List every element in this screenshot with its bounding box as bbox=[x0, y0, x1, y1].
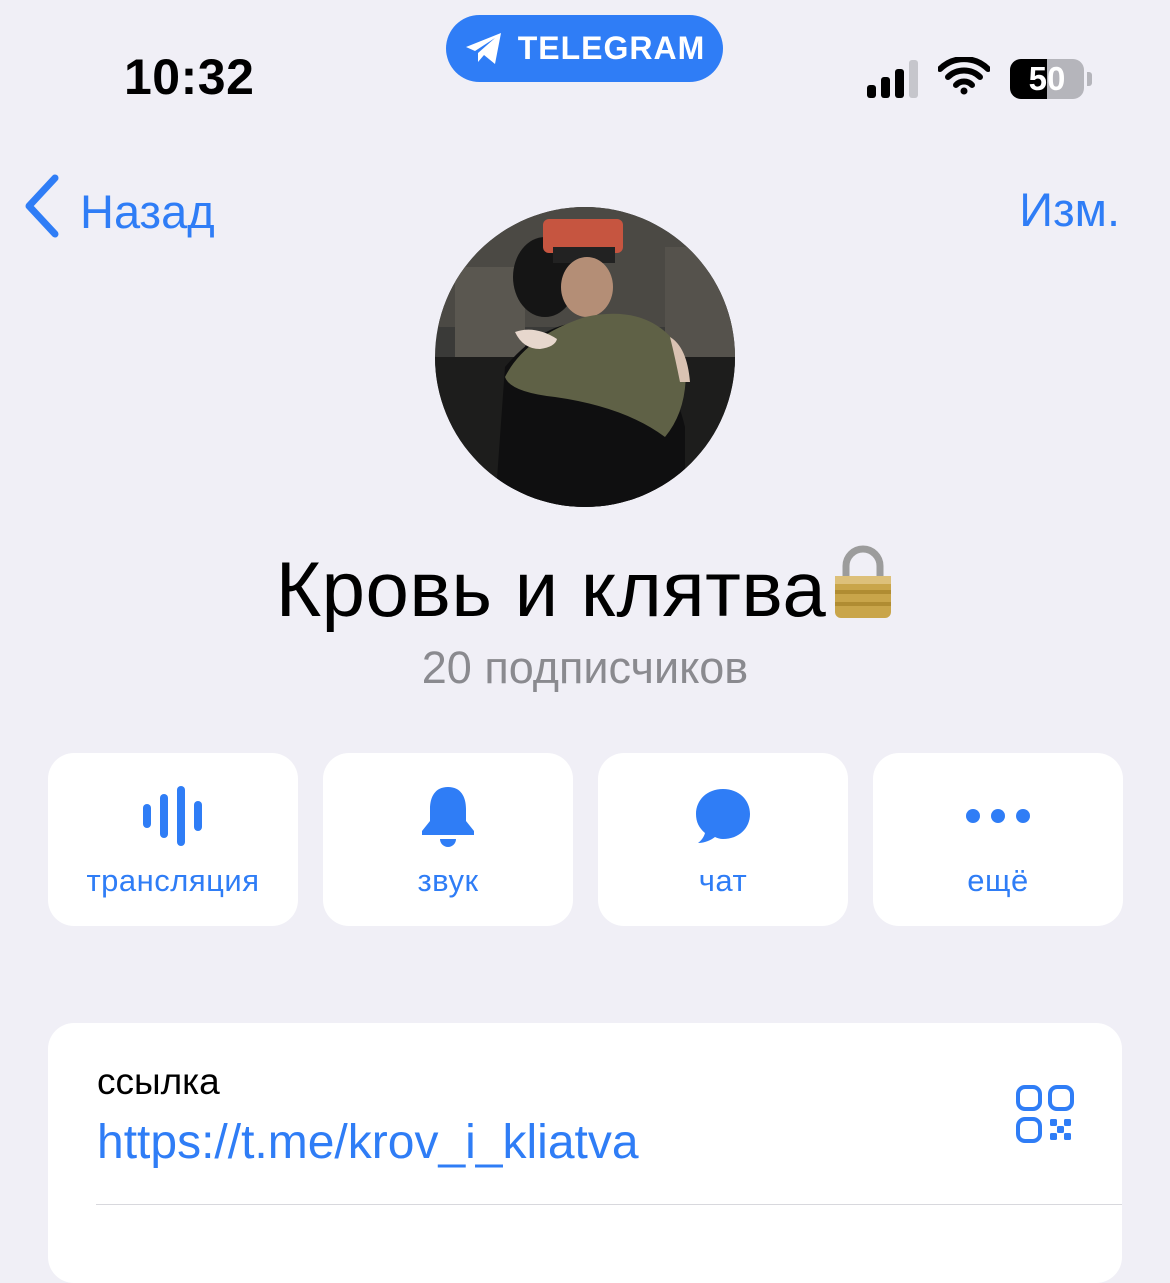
edit-button[interactable]: Изм. bbox=[1019, 182, 1120, 237]
more-label: ещё bbox=[967, 863, 1029, 898]
lock-icon bbox=[832, 544, 894, 641]
info-card: ссылка https://t.me/krov_i_kliatva bbox=[48, 1023, 1122, 1283]
back-label: Назад bbox=[80, 185, 215, 238]
chat-bubble-icon bbox=[598, 783, 848, 849]
action-buttons: трансляция звук чат ещё bbox=[48, 753, 1123, 926]
chat-label: чат bbox=[698, 863, 748, 898]
battery-cap bbox=[1087, 71, 1092, 86]
bell-icon bbox=[323, 783, 573, 849]
channel-avatar[interactable] bbox=[435, 207, 735, 507]
channel-title-text: Кровь и клятва bbox=[275, 545, 827, 633]
more-button[interactable]: ещё bbox=[873, 753, 1123, 926]
telegram-return-pill[interactable]: TELEGRAM bbox=[446, 15, 723, 82]
telegram-pill-label: TELEGRAM bbox=[517, 30, 706, 66]
cellular-signal-icon bbox=[867, 59, 918, 98]
chevron-left-icon bbox=[22, 174, 60, 249]
qr-code-button[interactable] bbox=[1016, 1085, 1074, 1148]
link-label: ссылка bbox=[97, 1061, 220, 1102]
status-indicators: 50 bbox=[867, 56, 1092, 100]
battery-level: 50 bbox=[1028, 59, 1066, 97]
sound-button[interactable]: звук bbox=[323, 753, 573, 926]
status-time: 10:32 bbox=[124, 49, 255, 105]
qr-code-icon bbox=[1016, 1085, 1074, 1147]
battery-icon: 50 bbox=[1010, 58, 1084, 99]
divider bbox=[96, 1204, 1122, 1205]
sound-label: звук bbox=[417, 863, 479, 898]
channel-title: Кровь и клятва bbox=[0, 544, 1170, 641]
telegram-plane-icon bbox=[464, 31, 504, 67]
back-button[interactable]: Назад bbox=[22, 174, 215, 249]
more-dots-icon bbox=[873, 783, 1123, 849]
live-stream-button[interactable]: трансляция bbox=[48, 753, 298, 926]
subscriber-count: 20 подписчиков bbox=[421, 642, 749, 693]
live-stream-label: трансляция bbox=[86, 863, 260, 898]
chat-button[interactable]: чат bbox=[598, 753, 848, 926]
channel-link[interactable]: https://t.me/krov_i_kliatva bbox=[97, 1115, 639, 1170]
live-stream-icon bbox=[48, 783, 298, 849]
wifi-icon bbox=[937, 56, 991, 100]
